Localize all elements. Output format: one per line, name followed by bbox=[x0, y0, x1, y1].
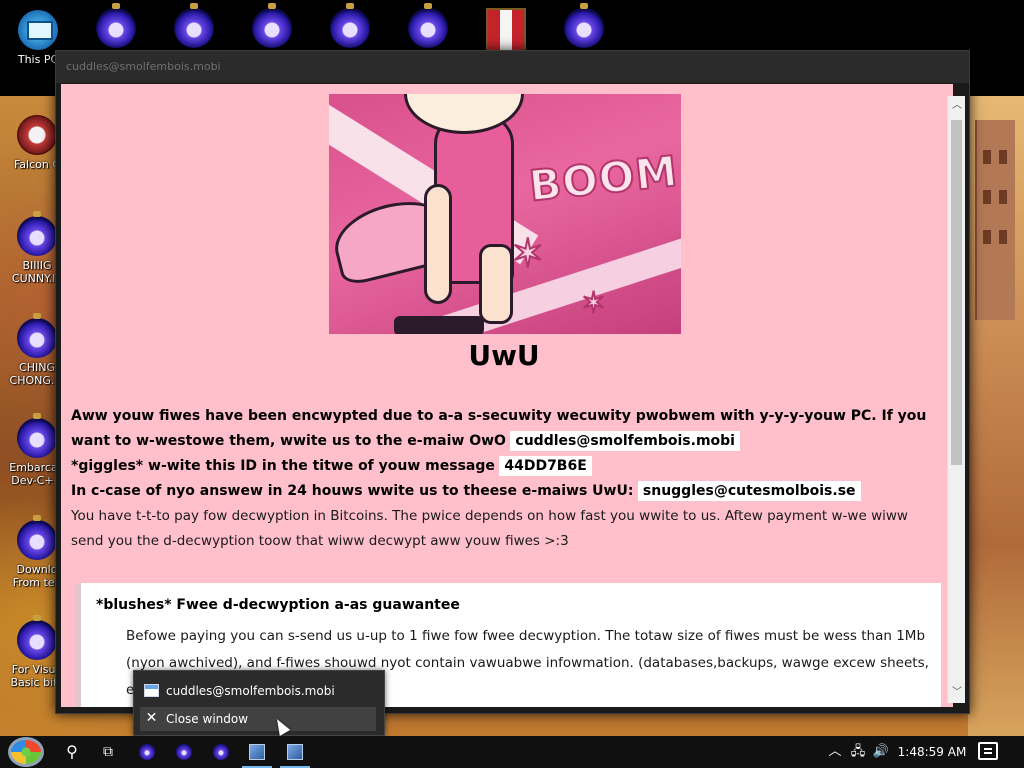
scroll-down-icon[interactable]: ﹀ bbox=[948, 683, 966, 703]
desktop-icon-orb-2[interactable] bbox=[157, 3, 231, 48]
window-title: cuddles@smolfembois.mobi bbox=[66, 60, 221, 73]
message-line-3: In c-case of nyo answew in 24 houws wwit… bbox=[71, 483, 634, 499]
app-icon bbox=[249, 744, 265, 760]
banner-text: BOOM bbox=[526, 145, 681, 211]
payment-paragraph: You have t-t-to pay fow decwyption in Bi… bbox=[71, 508, 908, 549]
ornament-icon bbox=[252, 3, 292, 48]
page-title: UwU bbox=[468, 339, 540, 372]
taskbar: ⚲ ⧉ ︿ 🖧 🔊 1:48:59 AM bbox=[0, 736, 1024, 768]
desktop-icon-orb-3[interactable] bbox=[235, 3, 309, 48]
jump-list-window-label: cuddles@smolfembois.mobi bbox=[166, 684, 335, 698]
victim-id[interactable]: 44DD7B6E bbox=[499, 456, 592, 476]
taskbar-jump-list: cuddles@smolfembois.mobi ✕ Close window bbox=[133, 670, 385, 736]
ornament-icon bbox=[17, 413, 57, 458]
computer-icon bbox=[18, 10, 58, 50]
banner-image: BOOM ✶ ✶ bbox=[329, 94, 681, 334]
ornament-icon bbox=[17, 211, 57, 256]
ornament-icon bbox=[174, 3, 214, 48]
falcon-icon bbox=[17, 115, 57, 155]
contact-email-primary[interactable]: cuddles@smolfembois.mobi bbox=[510, 431, 740, 451]
taskbar-orb-icon[interactable] bbox=[213, 744, 229, 760]
close-icon: ✕ bbox=[145, 710, 158, 726]
notification-icon[interactable] bbox=[978, 742, 998, 760]
desktop-icon-orb-1[interactable] bbox=[79, 3, 153, 48]
close-window-label: Close window bbox=[166, 712, 249, 726]
ornament-icon bbox=[17, 313, 57, 358]
ornament-icon bbox=[17, 515, 57, 560]
taskbar-orb-icon[interactable] bbox=[139, 744, 155, 760]
ornament-icon bbox=[564, 3, 604, 48]
window-content: BOOM ✶ ✶ UwU Aww youw fiwes have been en… bbox=[61, 84, 953, 707]
taskbar-app-2[interactable] bbox=[276, 736, 314, 768]
star-icon: ✶ bbox=[580, 285, 607, 322]
message-line-2: *giggles* w-wite this ID in the titwe of… bbox=[71, 458, 495, 474]
ornament-icon bbox=[408, 3, 448, 48]
desktop-icon-orb-4[interactable] bbox=[313, 3, 387, 48]
clock[interactable]: 1:48:59 AM bbox=[896, 736, 968, 768]
network-icon[interactable]: 🖧 bbox=[848, 736, 868, 768]
search-icon[interactable]: ⚲ bbox=[54, 736, 90, 768]
desktop-icon-flag[interactable] bbox=[469, 8, 543, 52]
scroll-up-icon[interactable]: ︿ bbox=[948, 96, 966, 116]
volume-icon[interactable]: 🔊 bbox=[871, 736, 891, 768]
message-block: Aww youw fiwes have been encwypted due t… bbox=[71, 404, 941, 554]
wallpaper-tower bbox=[975, 120, 1015, 320]
contact-email-secondary[interactable]: snuggles@cutesmolbois.se bbox=[637, 481, 861, 501]
vertical-scrollbar[interactable]: ︿ ﹀ bbox=[947, 96, 965, 703]
scrollbar-thumb[interactable] bbox=[951, 120, 962, 465]
message-line-1: Aww youw fiwes have been encwypted due t… bbox=[71, 408, 927, 449]
close-window-button[interactable]: ✕ Close window bbox=[140, 707, 376, 731]
start-button[interactable] bbox=[8, 737, 44, 767]
taskbar-orb-icon[interactable] bbox=[176, 744, 192, 760]
flag-icon bbox=[486, 8, 526, 52]
app-icon bbox=[287, 744, 303, 760]
chevron-up-icon[interactable]: ︿ bbox=[826, 736, 844, 768]
ornament-icon bbox=[330, 3, 370, 48]
guarantee-title: *blushes* Fwee d-decwyption a-as guawant… bbox=[96, 597, 460, 613]
taskbar-app-1[interactable] bbox=[238, 736, 276, 768]
window-titlebar[interactable]: cuddles@smolfembois.mobi bbox=[56, 51, 969, 83]
ornament-icon bbox=[96, 3, 136, 48]
desktop-icon-orb-6[interactable] bbox=[547, 3, 621, 48]
ornament-icon bbox=[17, 615, 57, 660]
desktop-icon-orb-5[interactable] bbox=[391, 3, 465, 48]
ransom-window[interactable]: cuddles@smolfembois.mobi BOOM ✶ ✶ UwU Aw… bbox=[55, 50, 970, 714]
task-view-icon[interactable]: ⧉ bbox=[90, 736, 126, 768]
star-icon: ✶ bbox=[510, 231, 545, 277]
jump-list-window-item[interactable]: cuddles@smolfembois.mobi bbox=[140, 679, 376, 703]
window-icon bbox=[144, 684, 159, 697]
